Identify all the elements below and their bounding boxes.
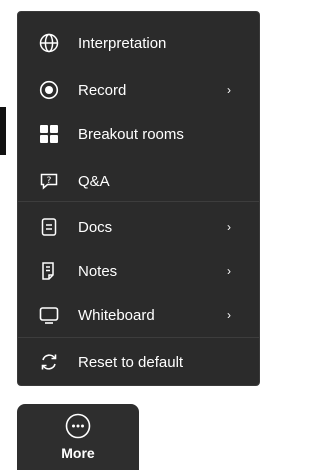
menu-item-label: Record	[78, 81, 127, 99]
more-options-menu: Interpretation Record › Breakout rooms ?…	[17, 11, 260, 386]
menu-item-label: Breakout rooms	[78, 125, 184, 143]
menu-item-label: Docs	[78, 218, 113, 236]
svg-text:?: ?	[47, 176, 52, 186]
more-icon	[65, 413, 91, 439]
menu-divider	[18, 201, 259, 202]
menu-item-label: Interpretation	[78, 34, 167, 52]
menu-item-qa[interactable]: ? Q&A	[18, 159, 259, 203]
chevron-right-icon: ›	[227, 308, 231, 322]
notes-icon	[38, 260, 60, 282]
menu-item-breakout-rooms[interactable]: Breakout rooms	[18, 112, 259, 156]
globe-icon	[38, 32, 60, 54]
docs-icon	[38, 216, 60, 238]
menu-item-reset-to-default[interactable]: Reset to default	[18, 340, 259, 384]
left-edge-bar	[0, 107, 6, 155]
menu-item-interpretation[interactable]: Interpretation	[18, 21, 259, 65]
menu-item-label: Q&A	[78, 172, 110, 190]
more-button[interactable]: More	[17, 404, 139, 470]
menu-item-label: Notes	[78, 262, 118, 280]
menu-divider	[18, 337, 259, 338]
more-button-label: More	[61, 445, 95, 461]
menu-item-docs[interactable]: Docs ›	[18, 205, 259, 249]
chevron-right-icon: ›	[227, 220, 231, 234]
whiteboard-icon	[38, 304, 60, 326]
record-icon	[38, 79, 60, 101]
menu-item-whiteboard[interactable]: Whiteboard ›	[18, 293, 259, 337]
menu-item-label: Whiteboard	[78, 306, 155, 324]
reset-icon	[38, 351, 60, 373]
menu-item-label: Reset to default	[78, 353, 184, 371]
qa-icon: ?	[38, 170, 60, 192]
chevron-right-icon: ›	[227, 83, 231, 97]
menu-item-notes[interactable]: Notes ›	[18, 249, 259, 293]
menu-item-record[interactable]: Record ›	[18, 68, 259, 112]
breakout-rooms-icon	[38, 123, 60, 145]
chevron-right-icon: ›	[227, 264, 231, 278]
bottom-toolbar: More	[17, 404, 139, 470]
